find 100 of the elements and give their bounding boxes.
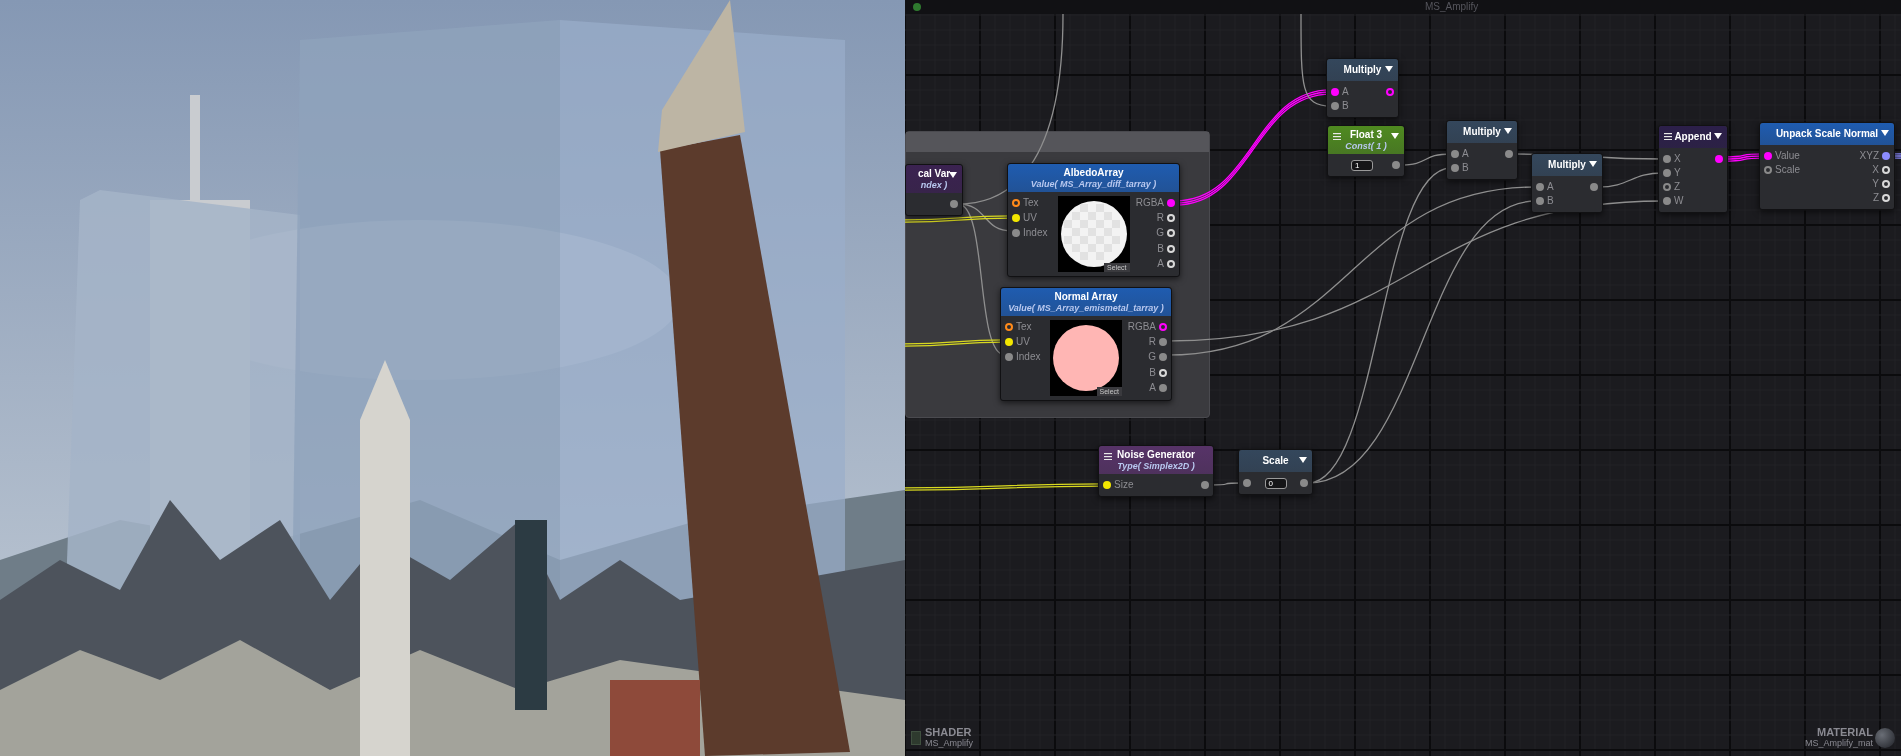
port-label: Tex — [1016, 321, 1032, 333]
input-port[interactable] — [1663, 155, 1671, 163]
output-port[interactable] — [1159, 383, 1167, 392]
input-port[interactable] — [1764, 152, 1772, 160]
port-label: A — [1462, 148, 1469, 160]
port-label: X — [1674, 153, 1681, 165]
menu-icon[interactable] — [1664, 133, 1672, 140]
output-port[interactable] — [1715, 155, 1723, 163]
node-title: Noise Generator — [1117, 449, 1195, 461]
dropdown-caret-icon[interactable] — [949, 172, 957, 178]
output-port[interactable] — [1882, 152, 1890, 160]
input-port[interactable] — [1331, 88, 1339, 96]
output-port[interactable] — [1590, 183, 1598, 191]
port-label: G — [1148, 351, 1156, 364]
port-label: B — [1547, 195, 1554, 207]
port-label: G — [1156, 227, 1164, 240]
output-port[interactable] — [1386, 88, 1394, 96]
port-label: Z — [1674, 181, 1681, 193]
port-label: B — [1149, 366, 1156, 379]
output-port[interactable] — [1300, 479, 1308, 487]
port-label: R — [1148, 336, 1156, 349]
output-port[interactable] — [1159, 323, 1167, 331]
port-label: R — [1156, 212, 1164, 225]
material-label: MATERIAL — [1817, 727, 1873, 738]
input-port[interactable] — [1663, 169, 1671, 177]
node-subtitle: ndex ) — [920, 180, 948, 190]
dropdown-caret-icon[interactable] — [1385, 66, 1393, 72]
output-port[interactable] — [1159, 353, 1167, 362]
dropdown-caret-icon[interactable] — [1589, 161, 1597, 167]
shader-name: MS_Amplify — [925, 738, 973, 748]
input-port[interactable] — [1536, 183, 1544, 191]
node-subtitle: Type( Simplex2D ) — [1117, 461, 1195, 471]
port-label: RGBA — [1135, 197, 1164, 209]
node-title: Normal Array — [1054, 291, 1118, 303]
output-port[interactable] — [1167, 199, 1175, 207]
input-port[interactable] — [1536, 197, 1544, 205]
node-title: AlbedoArray — [1063, 167, 1124, 179]
output-port[interactable] — [1159, 338, 1167, 347]
number-field[interactable]: 1 — [1351, 159, 1373, 171]
input-port[interactable] — [1012, 214, 1020, 223]
status-icon — [913, 3, 921, 11]
output-port[interactable] — [1201, 481, 1209, 489]
dropdown-caret-icon[interactable] — [1504, 128, 1512, 134]
input-port[interactable] — [1331, 102, 1339, 110]
output-port[interactable] — [1392, 161, 1400, 169]
port-label: XYZ — [1859, 150, 1879, 162]
number-field[interactable]: 0 — [1264, 477, 1287, 489]
port-label: Y — [1674, 167, 1681, 179]
input-port[interactable] — [1663, 183, 1671, 191]
port-label: B — [1462, 162, 1469, 174]
port-label: Y — [1872, 178, 1879, 190]
port-label: A — [1157, 257, 1164, 270]
input-port[interactable] — [1005, 353, 1013, 362]
node-title: Unpack Scale Normal — [1775, 128, 1879, 140]
input-port[interactable] — [1012, 229, 1020, 238]
node-title: Multiply — [1343, 64, 1382, 76]
input-port[interactable] — [1663, 197, 1671, 205]
port-label: A — [1342, 86, 1349, 98]
port-label: A — [1149, 381, 1156, 394]
input-port[interactable] — [1764, 166, 1772, 174]
port-label: B — [1342, 100, 1349, 112]
dropdown-caret-icon[interactable] — [1881, 130, 1889, 136]
port-label: Tex — [1023, 197, 1039, 209]
port-label: UV — [1023, 212, 1037, 225]
editor-title: MS_Amplify — [1425, 1, 1479, 13]
port-label: A — [1547, 181, 1554, 193]
input-port[interactable] — [1005, 338, 1013, 347]
port-label: X — [1872, 164, 1879, 176]
input-port[interactable] — [1005, 323, 1013, 331]
output-port[interactable] — [950, 200, 958, 208]
node-title: Float 3 — [1349, 129, 1383, 141]
input-port[interactable] — [1012, 199, 1020, 207]
port-label: RGBA — [1127, 321, 1156, 333]
node-subtitle: Value( MS_Array_emismetal_tarray ) — [1008, 303, 1164, 313]
port-label: B — [1157, 242, 1164, 255]
port-label: Size — [1114, 479, 1134, 491]
input-port[interactable] — [1243, 479, 1251, 487]
shader-icon — [911, 730, 921, 745]
node-title: Append — [1674, 131, 1712, 143]
shader-label: SHADER — [925, 727, 973, 738]
node-subtitle: Const( 1 ) — [1345, 141, 1387, 151]
material-name: MS_Amplify_mat — [1804, 738, 1873, 748]
node-title: Multiply — [1548, 159, 1586, 171]
port-label: Value — [1775, 150, 1800, 162]
dropdown-caret-icon[interactable] — [1714, 133, 1722, 139]
port-label: Z — [1872, 192, 1879, 204]
output-port[interactable] — [1505, 150, 1513, 158]
dropdown-caret-icon[interactable] — [1299, 457, 1307, 463]
port-label: Index — [1023, 227, 1048, 240]
input-port[interactable] — [1451, 164, 1459, 172]
input-port[interactable] — [1103, 481, 1111, 489]
port-label: Scale — [1775, 164, 1800, 176]
port-label: Index — [1016, 351, 1041, 364]
node-title: Multiply — [1463, 126, 1501, 138]
node-title: cal Var — [917, 168, 951, 180]
input-port[interactable] — [1451, 150, 1459, 158]
port-label: UV — [1016, 336, 1030, 349]
menu-icon[interactable] — [1104, 453, 1112, 460]
node-subtitle: Value( MS_Array_diff_tarray ) — [1030, 179, 1157, 189]
node-title: Scale — [1262, 455, 1289, 467]
